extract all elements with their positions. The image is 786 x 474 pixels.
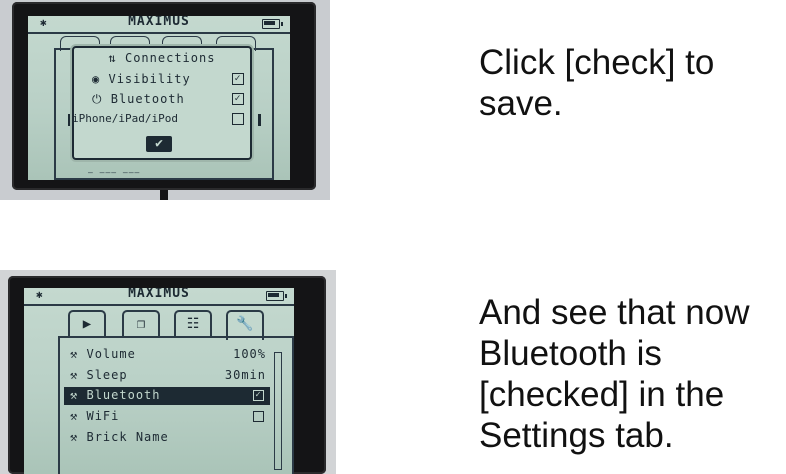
- device-photo-settings: ✱ MAXIMUS ▶ ❐ ☷ 🔧 ⚒ Volume 100% ⚒ Sleep …: [0, 270, 336, 474]
- setting-row-wifi[interactable]: ⚒ WiFi: [64, 408, 270, 426]
- setting-row-bluetooth[interactable]: ⚒ Bluetooth ✓: [64, 387, 270, 405]
- confirm-check-button[interactable]: ✔: [146, 136, 172, 152]
- dialog-title: Connections: [124, 51, 216, 65]
- scroll-right-mark: [258, 114, 261, 126]
- brick-title: MAXIMUS: [128, 288, 190, 301]
- lcd-screen: ✱ MAXIMUS ▶ ❐ ☷ 🔧 ⚒ Volume 100% ⚒ Sleep …: [24, 288, 294, 474]
- visibility-option[interactable]: ◉ Visibility ✓: [78, 71, 244, 89]
- play-icon: ▶: [82, 316, 92, 332]
- setting-row-volume[interactable]: ⚒ Volume 100%: [64, 346, 270, 364]
- wrench-icon: ⚒: [70, 409, 79, 423]
- bluetooth-checkbox[interactable]: ✓: [232, 93, 244, 105]
- connections-icon: ⇅: [108, 51, 117, 65]
- tab-run[interactable]: ▶: [68, 310, 106, 336]
- visibility-icon: ◉: [92, 72, 101, 86]
- device-photo-dialog: ✱ MAXIMUS — ——— ——— ⇅ Connections ◉ Visi…: [0, 0, 330, 200]
- scrollbar[interactable]: [274, 352, 282, 470]
- device-cable: [160, 190, 168, 200]
- setting-label: Sleep: [86, 368, 128, 382]
- wrench-icon: ⚒: [70, 388, 79, 402]
- iphone-label: iPhone/iPad/iPod: [72, 112, 178, 125]
- status-bar: ✱ MAXIMUS: [24, 288, 294, 306]
- files-icon: ❐: [136, 316, 146, 332]
- dialog-header: ⇅ Connections: [74, 51, 250, 65]
- wrench-icon: ⚒: [70, 368, 79, 382]
- power-icon: ⏻: [92, 92, 103, 106]
- battery-icon: [262, 19, 283, 29]
- iphone-checkbox[interactable]: [232, 113, 244, 125]
- setting-row-sleep[interactable]: ⚒ Sleep 30min: [64, 367, 270, 385]
- wrench-icon: ⚒: [70, 430, 79, 444]
- check-icon: ✔: [155, 136, 163, 151]
- connections-dialog: ⇅ Connections ◉ Visibility ✓ ⏻ Bluetooth…: [72, 46, 252, 160]
- setting-label: Bluetooth: [86, 388, 161, 402]
- iphone-option[interactable]: iPhone/iPad/iPod: [72, 111, 244, 129]
- lcd-screen: ✱ MAXIMUS — ——— ——— ⇅ Connections ◉ Visi…: [28, 16, 290, 180]
- bluetooth-option[interactable]: ⏻ Bluetooth ✓: [78, 91, 244, 109]
- setting-row-brick-name[interactable]: ⚒ Brick Name: [64, 429, 270, 447]
- visibility-label: Visibility: [108, 72, 191, 86]
- wrench-icon: 🔧: [236, 316, 254, 332]
- wrench-icon: ⚒: [70, 347, 79, 361]
- apps-grid-icon: ☷: [186, 316, 200, 332]
- setting-value: 100%: [233, 347, 266, 361]
- tab-files[interactable]: ❐: [122, 310, 160, 336]
- setting-label: Brick Name: [86, 430, 169, 444]
- brick-title: MAXIMUS: [128, 16, 190, 29]
- battery-icon: [266, 291, 287, 301]
- step-2-caption: And see that now Bluetooth is [checked] …: [479, 293, 750, 455]
- bluetooth-label: Bluetooth: [110, 92, 185, 106]
- tab-apps[interactable]: ☷: [174, 310, 212, 336]
- setting-label: WiFi: [86, 409, 120, 423]
- bluetooth-checkbox[interactable]: ✓: [253, 390, 264, 401]
- wifi-checkbox[interactable]: [253, 411, 264, 422]
- visibility-checkbox[interactable]: ✓: [232, 73, 244, 85]
- setting-value: 30min: [224, 368, 266, 382]
- background-footer: — ——— ———: [88, 168, 141, 177]
- setting-label: Volume: [86, 347, 136, 361]
- step-1-caption: Click [check] to save.: [479, 43, 715, 123]
- status-bar: ✱ MAXIMUS: [28, 16, 290, 34]
- tab-bar: ▶ ❐ ☷ 🔧: [64, 310, 274, 340]
